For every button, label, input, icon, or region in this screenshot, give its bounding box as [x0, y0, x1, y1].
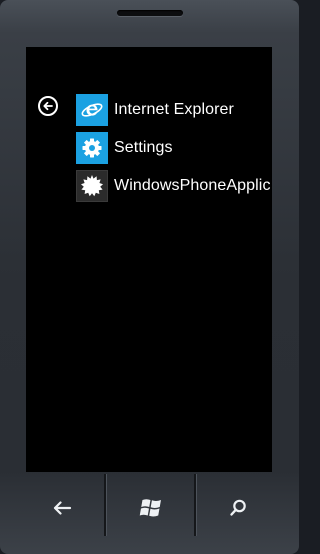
app-tile-windows-phone-application: [76, 170, 108, 202]
hardware-search-button[interactable]: [196, 474, 280, 542]
internet-explorer-icon: [81, 103, 103, 117]
starburst-icon: [81, 175, 103, 197]
circle-arrow-left-icon: [43, 101, 53, 111]
earpiece-speaker: [117, 10, 183, 16]
back-arrow-icon: [53, 501, 72, 515]
hardware-back-button[interactable]: [18, 474, 106, 542]
app-item-settings[interactable]: Settings: [76, 132, 272, 164]
windows-logo-icon: [139, 499, 161, 517]
app-list-back-button[interactable]: [38, 96, 58, 116]
phone-device-frame: Internet Explorer Settings WindowsPhoneA…: [0, 0, 299, 554]
app-item-windows-phone-application[interactable]: WindowsPhoneApplic: [76, 170, 272, 202]
gear-icon: [82, 138, 102, 158]
app-tile-settings: [76, 132, 108, 164]
app-label: Settings: [114, 139, 173, 156]
app-label: WindowsPhoneApplic: [114, 177, 271, 194]
hardware-start-button[interactable]: [106, 474, 194, 542]
hardware-navigation-bar: [0, 474, 299, 554]
app-label: Internet Explorer: [114, 101, 234, 118]
phone-screen: Internet Explorer Settings WindowsPhoneA…: [26, 47, 272, 472]
app-tile-internet-explorer: [76, 94, 108, 126]
app-item-internet-explorer[interactable]: Internet Explorer: [76, 94, 272, 126]
search-icon: [230, 499, 246, 516]
